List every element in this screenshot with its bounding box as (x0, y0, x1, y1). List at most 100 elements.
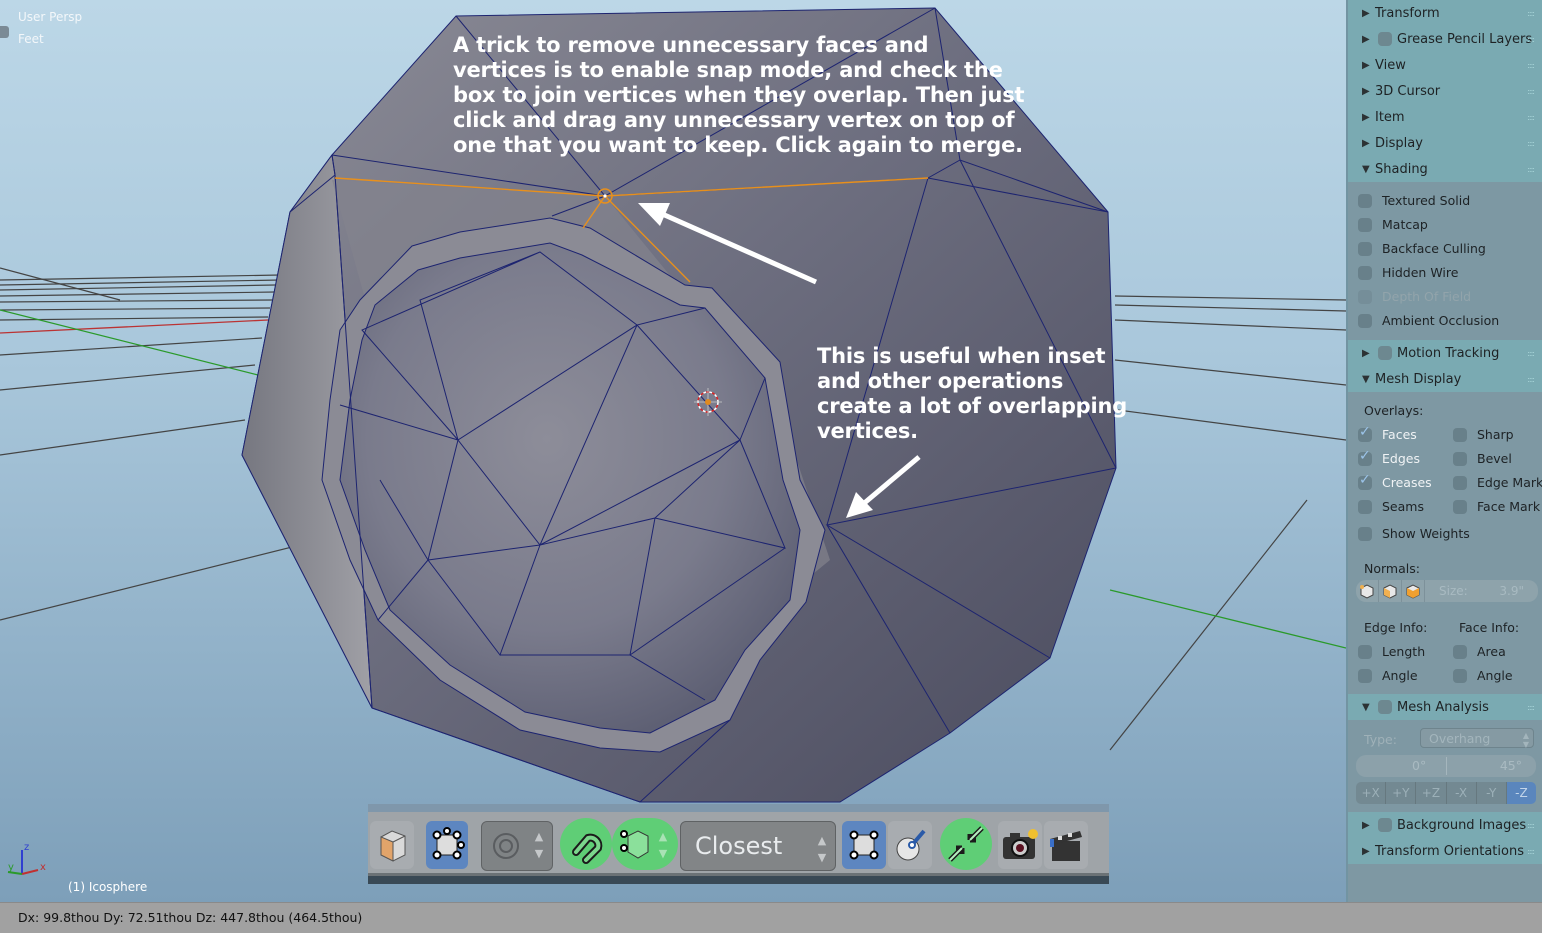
panel-header-display[interactable]: ▶ Display:::: (1348, 130, 1542, 156)
snap-element-dropdown[interactable]: ▲ ▼ (612, 818, 678, 870)
panel-enable-checkbox[interactable] (1378, 700, 1392, 714)
checkbox-box[interactable] (1358, 448, 1372, 466)
drag-grip-icon[interactable]: :::: (1527, 821, 1535, 830)
annotation-line: and other operations (817, 369, 1064, 393)
checkbox-box[interactable] (1358, 424, 1372, 442)
checkbox-box[interactable] (1453, 427, 1467, 442)
panel-header-background-images[interactable]: ▶ Background Images:::: (1348, 812, 1542, 838)
panel-header-transform[interactable]: ▶ Transform:::: (1348, 0, 1542, 26)
drag-grip-icon[interactable]: :::: (1527, 61, 1535, 70)
snap-vertex-cube-icon (620, 830, 649, 859)
drag-grip-icon[interactable]: :::: (1527, 165, 1535, 174)
textured-solid-checkbox[interactable]: Textured Solid (1358, 193, 1470, 208)
toolshelf-toggle[interactable] (0, 26, 9, 38)
view-name-label: User Persp (18, 10, 83, 24)
panel-header-motion-tracking[interactable]: ▶ Motion Tracking:::: (1348, 340, 1542, 366)
edge-mark-overlay-checkbox[interactable]: Edge Mark (1453, 475, 1542, 490)
show-weights-checkbox[interactable]: Show Weights (1358, 526, 1470, 541)
render-still-button[interactable] (998, 821, 1042, 869)
snap-align-rotation-button[interactable] (842, 821, 886, 869)
faces-overlay-checkbox[interactable]: Faces (1358, 424, 1417, 442)
checkbox-box[interactable] (1453, 451, 1467, 466)
edge-length-checkbox[interactable]: Length (1358, 644, 1425, 659)
panel-header-mesh-analysis[interactable]: ▼ Mesh Analysis:::: (1348, 694, 1542, 720)
face-mark-overlay-checkbox[interactable]: Face Mark (1453, 499, 1540, 514)
ambient-occlusion-checkbox[interactable]: Ambient Occlusion (1358, 313, 1499, 328)
face-area-checkbox[interactable]: Area (1453, 644, 1506, 659)
render-animation-button[interactable] (1044, 821, 1088, 869)
face-angle-checkbox[interactable]: Angle (1453, 668, 1513, 683)
range-max-value[interactable]: 45° (1500, 758, 1522, 773)
vertex-normals-toggle[interactable] (1356, 580, 1379, 602)
overhang-range-field[interactable]: 0° 45° (1356, 755, 1536, 777)
checkbox-box[interactable] (1358, 499, 1372, 514)
panel-header-label: Background Images (1397, 817, 1527, 833)
checkbox-box[interactable] (1358, 241, 1372, 256)
seams-overlay-checkbox[interactable]: Seams (1358, 499, 1424, 514)
checkbox-box[interactable] (1358, 526, 1372, 541)
panel-header-shading[interactable]: ▼ Shading:::: (1348, 156, 1542, 182)
backface-culling-checkbox[interactable]: Backface Culling (1358, 241, 1486, 256)
panel-header-view[interactable]: ▶ View:::: (1348, 52, 1542, 78)
panel-header-grease-pencil-layers[interactable]: ▶ Grease Pencil Layers:::: (1348, 26, 1542, 52)
checkbox-box[interactable] (1453, 644, 1467, 659)
checkbox-box[interactable] (1358, 217, 1372, 232)
creases-overlay-checkbox[interactable]: Creases (1358, 472, 1432, 490)
sharp-overlay-checkbox[interactable]: Sharp (1453, 427, 1514, 442)
axis-button-pos-x[interactable]: +X (1356, 782, 1387, 804)
range-min-value[interactable]: 0° (1412, 758, 1426, 773)
bevel-overlay-checkbox[interactable]: Bevel (1453, 451, 1512, 466)
panel-header-item[interactable]: ▶ Item:::: (1348, 104, 1542, 130)
drag-grip-icon[interactable]: :::: (1527, 139, 1535, 148)
checkbox-box[interactable] (1453, 499, 1467, 514)
split-normals-toggle[interactable] (1379, 580, 1402, 602)
axis-button-pos-y[interactable]: +Y (1386, 782, 1417, 804)
solid-shading-button[interactable] (370, 821, 414, 869)
snap-target-dropdown[interactable]: Closest ▲ ▼ (680, 821, 836, 871)
checkbox-box[interactable] (1358, 644, 1372, 659)
checkbox-box[interactable] (1358, 193, 1372, 208)
axis-orientation-gizmo: z x y (7, 842, 46, 875)
drag-grip-icon[interactable]: :::: (1527, 35, 1535, 44)
vertex-select-mode-button[interactable] (426, 821, 468, 869)
panel-enable-checkbox[interactable] (1378, 32, 1392, 46)
annotation-secondary: This is useful when inset and other oper… (817, 344, 1127, 444)
snap-project-button[interactable] (888, 821, 932, 869)
checkbox-box[interactable] (1358, 472, 1372, 490)
drag-grip-icon[interactable]: :::: (1527, 349, 1535, 358)
proportional-edit-dropdown[interactable]: ▲ ▼ (481, 821, 553, 871)
panel-header-mesh-display[interactable]: ▼ Mesh Display:::: (1348, 366, 1542, 392)
edges-overlay-checkbox[interactable]: Edges (1358, 448, 1420, 466)
axis-button-neg-x[interactable]: -X (1446, 782, 1477, 804)
panel-enable-checkbox[interactable] (1378, 346, 1392, 360)
3d-viewport[interactable]: User Persp Feet A trick to remove unnece… (0, 0, 1346, 902)
axis-button-neg-z[interactable]: -Z (1506, 782, 1537, 804)
axis-button-neg-y[interactable]: -Y (1476, 782, 1507, 804)
drag-grip-icon[interactable]: :::: (1527, 847, 1535, 856)
axis-button-pos-z[interactable]: +Z (1416, 782, 1447, 804)
checkbox-box[interactable] (1453, 668, 1467, 683)
checkbox-box[interactable] (1453, 475, 1467, 490)
collapsed-triangle-icon: ▶ (1362, 59, 1370, 71)
edge-angle-checkbox[interactable]: Angle (1358, 668, 1418, 683)
checkbox-label: Show Weights (1382, 526, 1470, 541)
matcap-checkbox[interactable]: Matcap (1358, 217, 1428, 232)
hidden-wire-checkbox[interactable]: Hidden Wire (1358, 265, 1458, 280)
drag-grip-icon[interactable]: :::: (1527, 703, 1535, 712)
annotation-line: create a lot of overlapping (817, 394, 1128, 418)
panel-header-transform-orientations[interactable]: ▶ Transform Orientations:::: (1348, 838, 1542, 864)
analysis-type-dropdown[interactable]: Overhang ▲ ▼ (1420, 728, 1534, 749)
face-normals-toggle[interactable] (1402, 580, 1425, 602)
drag-grip-icon[interactable]: :::: (1527, 113, 1535, 122)
auto-merge-button[interactable] (940, 818, 992, 870)
panel-enable-checkbox[interactable] (1378, 818, 1392, 832)
drag-grip-icon[interactable]: :::: (1527, 375, 1535, 384)
snap-toggle-button[interactable] (560, 818, 612, 870)
checkbox-box[interactable] (1358, 313, 1372, 328)
drag-grip-icon[interactable]: :::: (1527, 9, 1535, 18)
checkbox-box[interactable] (1358, 668, 1372, 683)
panel-header-3d-cursor[interactable]: ▶ 3D Cursor:::: (1348, 78, 1542, 104)
normals-size-field[interactable]: Size: 3.9" (1425, 584, 1538, 598)
checkbox-box[interactable] (1358, 265, 1372, 280)
drag-grip-icon[interactable]: :::: (1527, 87, 1535, 96)
